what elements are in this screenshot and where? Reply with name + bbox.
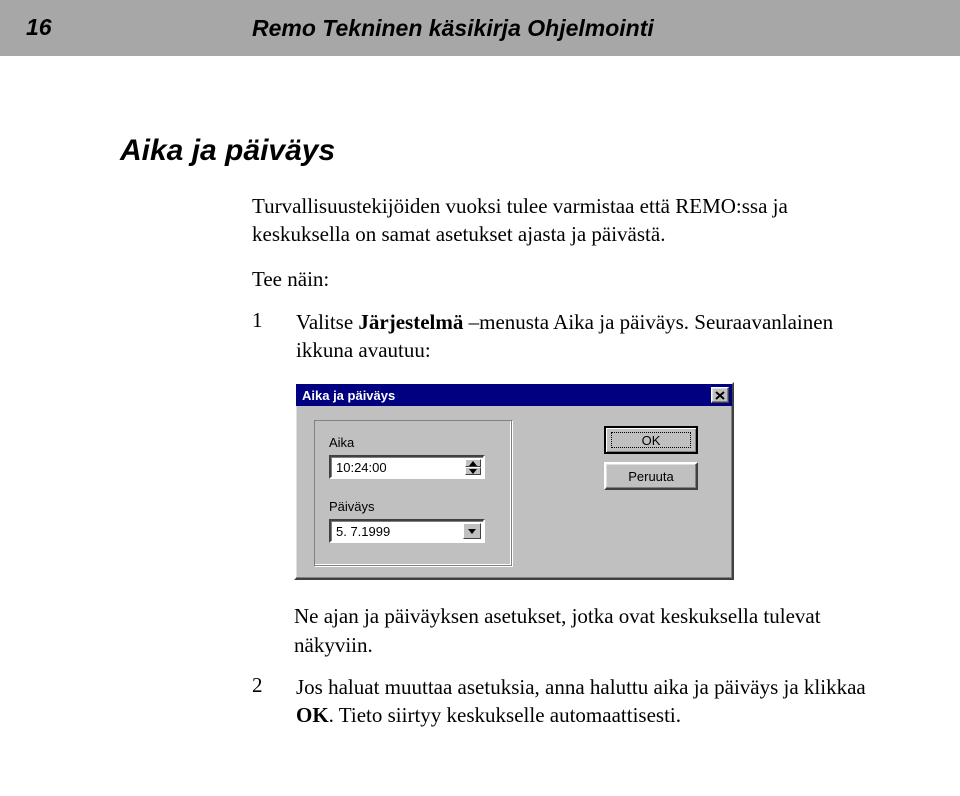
- spin-down-button[interactable]: [465, 467, 481, 475]
- step-number: 1: [252, 308, 272, 365]
- section-title: Aika ja päiväys: [120, 134, 870, 168]
- step-text: Jos haluat muuttaa asetuksia, anna halut…: [296, 673, 870, 730]
- chevron-up-icon: [469, 461, 477, 466]
- doc-title: Remo Tekninen käsikirja Ohjelmointi: [252, 15, 654, 42]
- close-button[interactable]: [711, 387, 729, 403]
- date-label: Päiväys: [329, 499, 375, 514]
- chevron-down-icon: [469, 469, 477, 474]
- followup-text: Ne ajan ja päiväyksen asetukset, jotka o…: [294, 602, 870, 659]
- step-2: 2 Jos haluat muuttaa asetuksia, anna hal…: [252, 673, 870, 730]
- intro-paragraph: Turvallisuustekijöiden vuoksi tulee varm…: [252, 192, 852, 249]
- step-1: 1 Valitse Järjestelmä –menusta Aika ja p…: [252, 308, 870, 365]
- step-number: 2: [252, 673, 272, 730]
- dialog-title: Aika ja päiväys: [302, 388, 395, 403]
- spin-up-button[interactable]: [465, 459, 481, 467]
- cancel-button[interactable]: Peruuta: [604, 462, 698, 490]
- ok-button[interactable]: OK: [604, 426, 698, 454]
- time-label: Aika: [329, 435, 354, 450]
- time-value: 10:24:00: [336, 460, 387, 475]
- dialog-titlebar[interactable]: Aika ja päiväys: [296, 384, 732, 406]
- date-value: 5. 7.1999: [336, 524, 390, 539]
- time-date-dialog: Aika ja päiväys Aika 10:24:00: [294, 382, 734, 580]
- instructions-heading: Tee näin:: [252, 267, 870, 292]
- time-spinner: [465, 459, 481, 475]
- datetime-group: Aika 10:24:00 Päiväys 5. 7.1999: [314, 420, 512, 566]
- chevron-down-icon: [468, 529, 476, 534]
- step-text: Valitse Järjestelmä –menusta Aika ja päi…: [296, 308, 870, 365]
- date-input[interactable]: 5. 7.1999: [329, 519, 485, 543]
- date-dropdown-button[interactable]: [463, 523, 481, 539]
- page-number: 16: [26, 14, 52, 41]
- time-input[interactable]: 10:24:00: [329, 455, 485, 479]
- page-header: 16 Remo Tekninen käsikirja Ohjelmointi: [0, 0, 960, 56]
- close-icon: [715, 391, 725, 400]
